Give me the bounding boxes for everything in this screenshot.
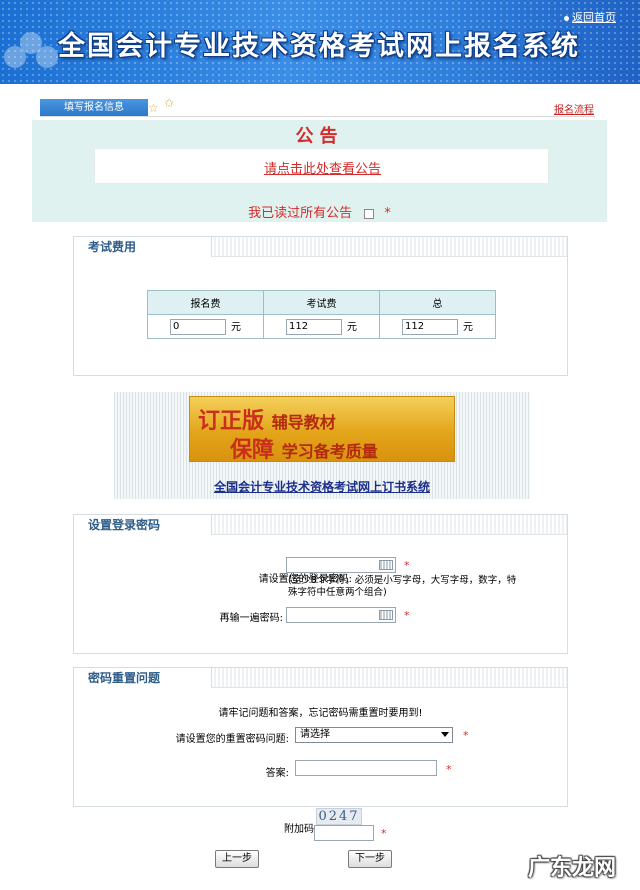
security-section-title: 密码重置问题 (74, 668, 212, 688)
required-mark: * (384, 206, 391, 221)
textbook-ad-banner[interactable]: 订正版 辅导教材 保障 学习备考质量 (189, 396, 455, 464)
fee-table: 报名费 考试费 总 0元 112 元 112 元 (147, 290, 496, 339)
unit-label: 元 (463, 322, 473, 333)
required-mark: * (404, 559, 410, 572)
answer-label: 答案: (265, 768, 289, 779)
ad-section: 订正版 辅导教材 保障 学习备考质量 全国会计专业技术资格考试网上订书系统 (114, 392, 530, 499)
panel-header: 密码重置问题 (74, 668, 567, 688)
fee-header-total: 总 (379, 290, 496, 315)
divider (40, 116, 595, 117)
required-mark: * (381, 827, 387, 840)
fee-header-exam: 考试费 (263, 290, 380, 315)
fees-section-title: 考试费用 (74, 237, 212, 257)
prev-step-button[interactable]: 上一步 (215, 850, 259, 868)
read-confirm-checkbox[interactable] (364, 208, 375, 219)
fee-cell: 0元 (147, 314, 264, 339)
table-row: 0元 112 元 112 元 (147, 314, 496, 339)
process-link[interactable]: 报名流程 (554, 101, 594, 116)
site-title: 全国会计专业技术资格考试网上报名系统 (58, 31, 580, 62)
password-input[interactable] (286, 557, 396, 573)
required-mark: * (446, 763, 452, 776)
keyboard-icon[interactable] (379, 610, 393, 620)
ad-headline: 订正版 (198, 409, 265, 434)
confirm-password-label: 再输一遍密码: (219, 613, 283, 624)
read-confirm-row: 我已读过所有公告 * (32, 202, 607, 221)
registration-fee-field: 0 (170, 319, 226, 335)
ad-line-2: 保障 学习备考质量 (230, 432, 378, 464)
security-note: 请牢记问题和答案，忘记密码需重置时要用到! (218, 708, 423, 719)
ad-subline: 辅导教材 (271, 413, 336, 432)
total-fee-field: 112 (402, 319, 458, 335)
chevron-down-icon (441, 732, 449, 737)
fee-header-registration: 报名费 (147, 290, 264, 315)
captcha-image[interactable]: 0247 (316, 808, 362, 825)
password-section-title: 设置登录密码 (74, 515, 212, 535)
unit-label: 元 (347, 322, 357, 333)
security-question-panel: 密码重置问题 请牢记问题和答案，忘记密码需重置时要用到! 请设置您的重置密码问题… (73, 667, 568, 807)
keyboard-icon[interactable] (379, 560, 393, 570)
answer-input[interactable] (295, 760, 437, 776)
panel-header: 设置登录密码 (74, 515, 567, 535)
captcha-input[interactable] (314, 825, 374, 841)
notice-link[interactable]: 请点击此处查看公告 (95, 158, 550, 177)
required-mark: * (404, 609, 410, 622)
password-hint-line: (至少8个字符，必须是小写字母，大写字母，数字，特 (288, 575, 517, 586)
watermark: 广东龙网 (527, 856, 616, 881)
panel-header: 考试费用 (74, 237, 567, 257)
confirm-password-input[interactable] (286, 607, 396, 623)
fee-cell: 112 元 (263, 314, 380, 339)
ad-headline: 保障 (230, 438, 275, 463)
next-step-button[interactable]: 下一步 (348, 850, 392, 868)
security-question-select[interactable]: 请选择 (295, 727, 453, 743)
password-hint: (至少8个字符，必须是小写字母，大写字母，数字，特 殊字符中任意两个组合) (288, 575, 516, 599)
star-icon: ✩ (164, 96, 175, 110)
banner-decoration (4, 46, 26, 68)
security-question-label: 请设置您的重置密码问题: (175, 734, 289, 745)
notice-title: 公告 (295, 126, 344, 147)
book-order-link[interactable]: 全国会计专业技术资格考试网上订书系统 (114, 478, 530, 495)
ad-subline: 学习备考质量 (281, 442, 378, 461)
tab-fill-info[interactable]: 填写报名信息 (40, 99, 148, 116)
password-panel: 设置登录密码 请设置您的登录密码: * (至少8个字符，必须是小写字母，大写字母… (73, 514, 568, 654)
header-banner: 全国会计专业技术资格考试网上报名系统 返回首页 (0, 0, 640, 84)
table-header-row: 报名费 考试费 总 (147, 290, 496, 315)
fees-panel: 考试费用 报名费 考试费 总 0元 112 元 112 元 (73, 236, 568, 376)
notice-section: 公告 请点击此处查看公告 我已读过所有公告 * (32, 120, 607, 222)
ad-line-1: 订正版 辅导教材 (198, 403, 336, 435)
home-link[interactable]: 返回首页 (564, 9, 616, 25)
password-hint-line: 殊字符中任意两个组合) (288, 587, 387, 598)
home-link-label: 返回首页 (572, 11, 616, 24)
security-question-value: 请选择 (300, 729, 330, 740)
notice-box: 请点击此处查看公告 (94, 148, 549, 184)
required-mark: * (463, 729, 469, 742)
star-icon: ☆ (148, 101, 159, 115)
captcha-label: 附加码 (284, 824, 314, 835)
exam-fee-field: 112 (286, 319, 342, 335)
fee-cell: 112 元 (379, 314, 496, 339)
read-confirm-label: 我已读过所有公告 (248, 206, 353, 221)
banner-decoration (36, 46, 58, 68)
bullet-icon (564, 15, 569, 21)
unit-label: 元 (231, 322, 241, 333)
